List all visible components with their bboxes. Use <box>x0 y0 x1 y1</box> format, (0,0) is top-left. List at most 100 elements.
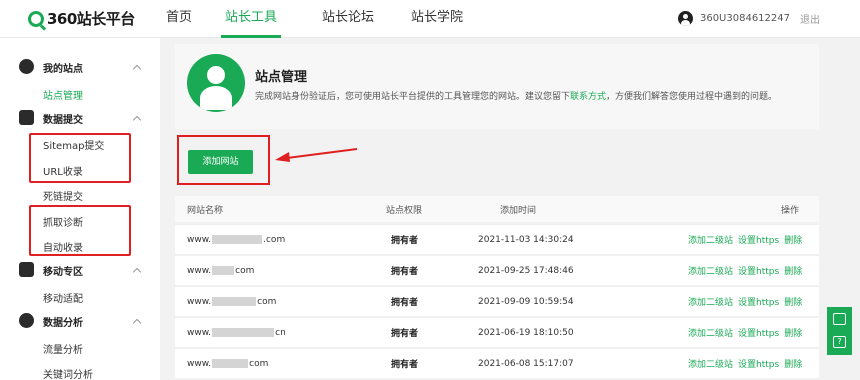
col-added-time: 添加时间 <box>500 205 537 216</box>
desc-text: 完成网站身份验证后，您可使用站长平台提供的工具管理您的网站。建议您留下 <box>255 92 571 102</box>
site-prefix: www. <box>187 234 212 245</box>
contact-link[interactable]: 联系方式 <box>570 92 606 102</box>
add-subsite-link[interactable]: 添加二级站 <box>688 357 733 370</box>
col-permission: 站点权限 <box>386 205 423 216</box>
highlight-box <box>29 205 131 256</box>
site-name[interactable]: www. com <box>187 256 254 285</box>
set-https-link[interactable]: 设置https <box>738 233 779 246</box>
logo-mark-icon <box>28 10 44 27</box>
highlight-box: 添加网站 <box>177 135 270 185</box>
sidebar-group-my-sites[interactable]: 我的站点 <box>0 55 160 79</box>
table-header: 网站名称 站点权限 添加时间 操作 <box>175 196 819 222</box>
page-title: 站点管理 <box>255 70 308 85</box>
table-row: www. cn 拥有者 2021-06-19 18:10:50 添加二级站 设置ht… <box>175 317 819 347</box>
added-time: 2021-09-25 17:48:46 <box>478 265 574 276</box>
sidebar-item-traffic[interactable]: 流量分析 <box>43 341 83 356</box>
sidebar-item-keywords[interactable]: 关键词分析 <box>43 366 93 380</box>
nav-home[interactable]: 首页 <box>161 0 197 38</box>
add-subsite-link[interactable]: 添加二级站 <box>688 233 733 246</box>
site-prefix: www. <box>187 327 212 338</box>
desc-text: ，方便我们解答您使用过程中遇到的问题。 <box>606 92 778 102</box>
set-https-link[interactable]: 设置https <box>738 326 779 339</box>
added-time: 2021-11-03 14:30:24 <box>478 234 574 245</box>
analysis-icon <box>19 313 34 328</box>
site-suffix: com <box>235 265 255 276</box>
avatar-icon[interactable] <box>677 11 693 26</box>
site-prefix: www. <box>187 358 212 369</box>
row-actions: 添加二级站 设置https 删除 <box>688 225 807 254</box>
redacted-mask <box>212 266 235 275</box>
add-subsite-link[interactable]: 添加二级站 <box>688 264 733 277</box>
set-https-link[interactable]: 设置https <box>738 357 779 370</box>
redacted-mask <box>212 235 263 244</box>
sidebar-group-title: 移动专区 <box>43 266 83 278</box>
add-subsite-link[interactable]: 添加二级站 <box>688 295 733 308</box>
annotation-arrow-icon <box>275 148 357 162</box>
chart-icon <box>19 110 34 125</box>
delete-link[interactable]: 删除 <box>784 264 802 277</box>
col-site-name: 网站名称 <box>187 205 224 216</box>
permission: 拥有者 <box>391 236 419 246</box>
edit-icon[interactable] <box>833 313 846 325</box>
delete-link[interactable]: 删除 <box>784 233 802 246</box>
add-subsite-link[interactable]: 添加二级站 <box>688 326 733 339</box>
sidebar-item-site-management[interactable]: 站点管理 <box>43 87 83 102</box>
permission: 拥有者 <box>391 267 419 277</box>
site-name[interactable]: www. .com <box>187 225 285 254</box>
col-actions: 操作 <box>781 205 800 216</box>
table-row: www. com 拥有者 2021-09-25 17:48:46 添加二级站 设置h… <box>175 255 819 285</box>
user-icon <box>19 59 34 74</box>
site-avatar-icon <box>187 54 245 112</box>
nav-academy[interactable]: 站长学院 <box>411 0 463 38</box>
delete-link[interactable]: 删除 <box>784 357 802 370</box>
added-time: 2021-09-09 10:59:54 <box>478 296 574 307</box>
redacted-mask <box>212 297 257 306</box>
page-header-card: 站点管理 完成网站身份验证后，您可使用站长平台提供的工具管理您的网站。建议您留下… <box>175 44 819 129</box>
sidebar-item-mobile-adapt[interactable]: 移动适配 <box>43 290 83 305</box>
page-description: 完成网站身份验证后，您可使用站长平台提供的工具管理您的网站。建议您留下联系方式，… <box>255 89 777 102</box>
logo[interactable]: 360站长平台 <box>28 8 135 29</box>
chevron-up-icon <box>132 115 142 125</box>
table-row: www. com 拥有者 2021-09-09 10:59:54 添加二级站 设置h… <box>175 286 819 316</box>
sidebar-group-title: 数据提交 <box>43 114 83 126</box>
highlight-box <box>29 133 131 183</box>
chevron-up-icon <box>132 318 142 328</box>
sidebar-group-title: 数据分析 <box>43 317 83 329</box>
site-suffix: cn <box>275 327 286 338</box>
permission: 拥有者 <box>391 360 419 370</box>
redacted-mask <box>212 328 275 337</box>
permission: 拥有者 <box>391 298 419 308</box>
sidebar: 我的站点 站点管理 数据提交 Sitemap提交 URL收录 死链提交 抓取诊断… <box>0 38 160 380</box>
help-icon[interactable]: ? <box>833 336 846 348</box>
site-name[interactable]: www. com <box>187 287 276 316</box>
site-prefix: www. <box>187 265 212 276</box>
sidebar-item-deadlink[interactable]: 死链提交 <box>43 188 83 203</box>
row-actions: 添加二级站 设置https 删除 <box>688 318 807 347</box>
row-actions: 添加二级站 设置https 删除 <box>688 287 807 316</box>
delete-link[interactable]: 删除 <box>784 326 802 339</box>
set-https-link[interactable]: 设置https <box>738 264 779 277</box>
redacted-mask <box>212 359 249 368</box>
table-row: www. .com 拥有者 2021-11-03 14:30:24 添加二级站 设置… <box>175 224 819 254</box>
add-site-button[interactable]: 添加网站 <box>188 150 253 174</box>
sidebar-group-analysis[interactable]: 数据分析 <box>0 309 160 333</box>
user-menu: 360U3084612247 退出 <box>677 11 820 26</box>
site-name[interactable]: www. com <box>187 349 268 378</box>
site-name[interactable]: www. cn <box>187 318 286 347</box>
set-https-link[interactable]: 设置https <box>738 295 779 308</box>
sidebar-group-data-submit[interactable]: 数据提交 <box>0 106 160 130</box>
username[interactable]: 360U3084612247 <box>700 13 790 24</box>
table-row: www. com 拥有者 2021-06-08 15:17:07 添加二级站 设置h… <box>175 348 819 378</box>
sidebar-group-title: 我的站点 <box>43 63 83 75</box>
logout-link[interactable]: 退出 <box>800 11 820 26</box>
delete-link[interactable]: 删除 <box>784 295 802 308</box>
site-suffix: com <box>249 358 269 369</box>
site-suffix: com <box>257 296 277 307</box>
row-actions: 添加二级站 设置https 删除 <box>688 349 807 378</box>
nav-tools[interactable]: 站长工具 <box>221 0 281 38</box>
permission: 拥有者 <box>391 329 419 339</box>
chevron-up-icon <box>132 267 142 277</box>
sidebar-group-mobile[interactable]: 移动专区 <box>0 258 160 282</box>
site-prefix: www. <box>187 296 212 307</box>
nav-forum[interactable]: 站长论坛 <box>322 0 374 38</box>
